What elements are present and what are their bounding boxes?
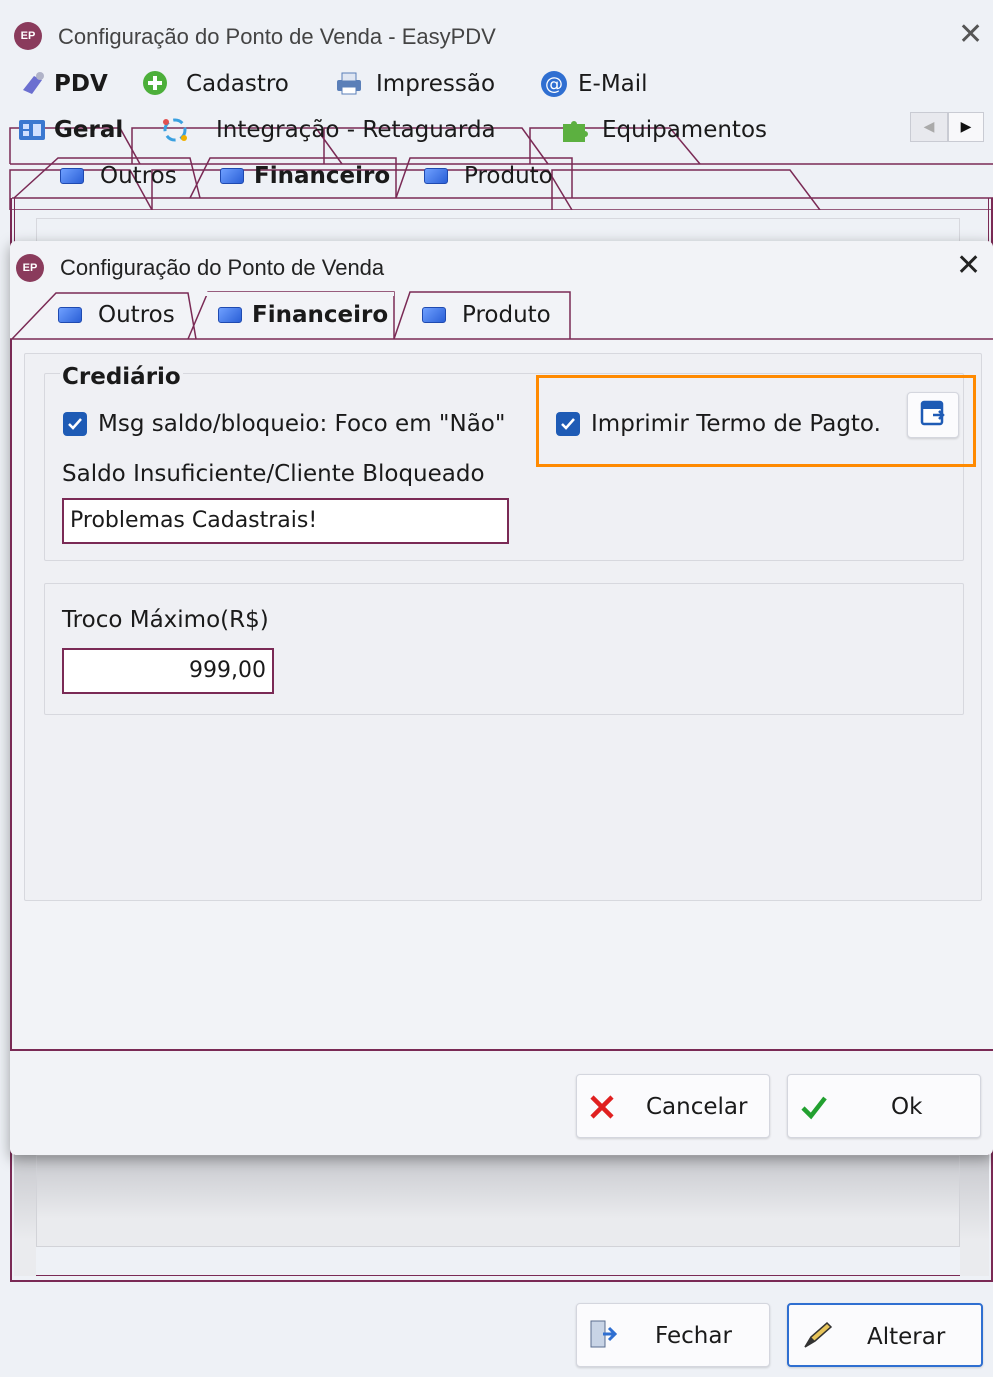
tab-scroll-left-button[interactable]: ◀ [910,112,948,142]
produto-tab-icon [424,168,448,184]
bg-shadow-left [14,1155,36,1276]
active-tab-gap [196,292,394,296]
ok-button-label: Ok [891,1094,923,1120]
config-dialog: EP Configuração do Ponto de Venda ✕ Outr… [10,241,993,1155]
printer-icon [334,70,361,96]
dialog-close-icon[interactable]: ✕ [956,251,981,281]
financeiro-tab-icon [218,307,242,323]
bg-tab-produto[interactable]: Produto [464,165,553,188]
sync-icon [160,116,187,142]
window-title: Configuração do Ponto de Venda - EasyPDV [58,24,496,49]
add-icon [142,70,168,96]
produto-tab-icon [422,307,446,323]
tab-outros[interactable]: Outros [98,304,175,327]
msg-saldo-checkbox[interactable] [63,412,87,436]
checkmark-ok-icon [800,1094,828,1126]
tab-cadastro[interactable]: Cadastro [186,73,289,96]
tab-impressao[interactable]: Impressão [376,73,495,96]
close-icon[interactable]: ✕ [958,20,983,50]
fechar-button-label: Fechar [655,1323,732,1349]
email-at-icon: @ [540,70,567,97]
puzzle-icon [560,116,588,142]
saldo-insuficiente-label: Saldo Insuficiente/Cliente Bloqueado [62,461,485,487]
document-edit-icon [919,397,947,433]
financeiro-tab-icon [220,168,244,184]
pen-icon [801,1319,835,1357]
bg-tab-outros[interactable]: Outros [100,165,177,188]
bg-tab-financeiro[interactable]: Financeiro [254,165,390,188]
outros-tab-icon [60,168,84,184]
tab-produto[interactable]: Produto [462,304,551,327]
outros-tab-icon [58,307,82,323]
cancel-x-icon [589,1094,615,1126]
termo-config-button[interactable] [907,392,959,438]
checkmark-icon [68,418,82,430]
bg-shadow-right [960,1155,989,1276]
cancel-button-label: Cancelar [646,1094,748,1120]
pdv-tab-icon [20,70,46,96]
dialog-title: Configuração do Ponto de Venda [60,255,385,280]
troco-maximo-input[interactable]: 999,00 [62,648,274,694]
alterar-button-label: Alterar [867,1324,946,1350]
tab-email[interactable]: E-Mail [578,73,648,96]
ok-button[interactable]: Ok [787,1074,981,1138]
imprimir-termo-checkbox[interactable] [556,412,580,436]
geral-tab-icon [18,118,45,144]
app-logo-icon: EP [14,22,42,50]
tab-integracao-retaguarda[interactable]: Integração - Retaguarda [216,119,496,142]
msg-saldo-label: Msg saldo/bloqueio: Foco em "Não" [98,411,506,437]
dialog-app-logo-icon: EP [16,254,44,282]
crediario-group-title: Crediário [60,364,183,390]
tab-equipamentos[interactable]: Equipamentos [602,119,767,142]
alterar-button[interactable]: Alterar [787,1303,983,1367]
tab-geral[interactable]: Geral [54,119,123,142]
tab-financeiro[interactable]: Financeiro [252,304,388,327]
svg-text:@: @ [545,74,563,95]
imprimir-termo-label: Imprimir Termo de Pagto. [591,411,881,437]
troco-maximo-label: Troco Máximo(R$) [62,607,269,633]
checkmark-icon [561,418,575,430]
saldo-insuficiente-input[interactable]: Problemas Cadastrais! [62,498,509,544]
bg-groupbox-bottom [36,1155,960,1247]
tab-scroll-right-button[interactable]: ▶ [948,112,984,142]
exit-door-icon [587,1318,618,1356]
tab-pdv[interactable]: PDV [54,73,108,96]
fechar-button[interactable]: Fechar [576,1303,770,1367]
cancel-button[interactable]: Cancelar [576,1074,770,1138]
